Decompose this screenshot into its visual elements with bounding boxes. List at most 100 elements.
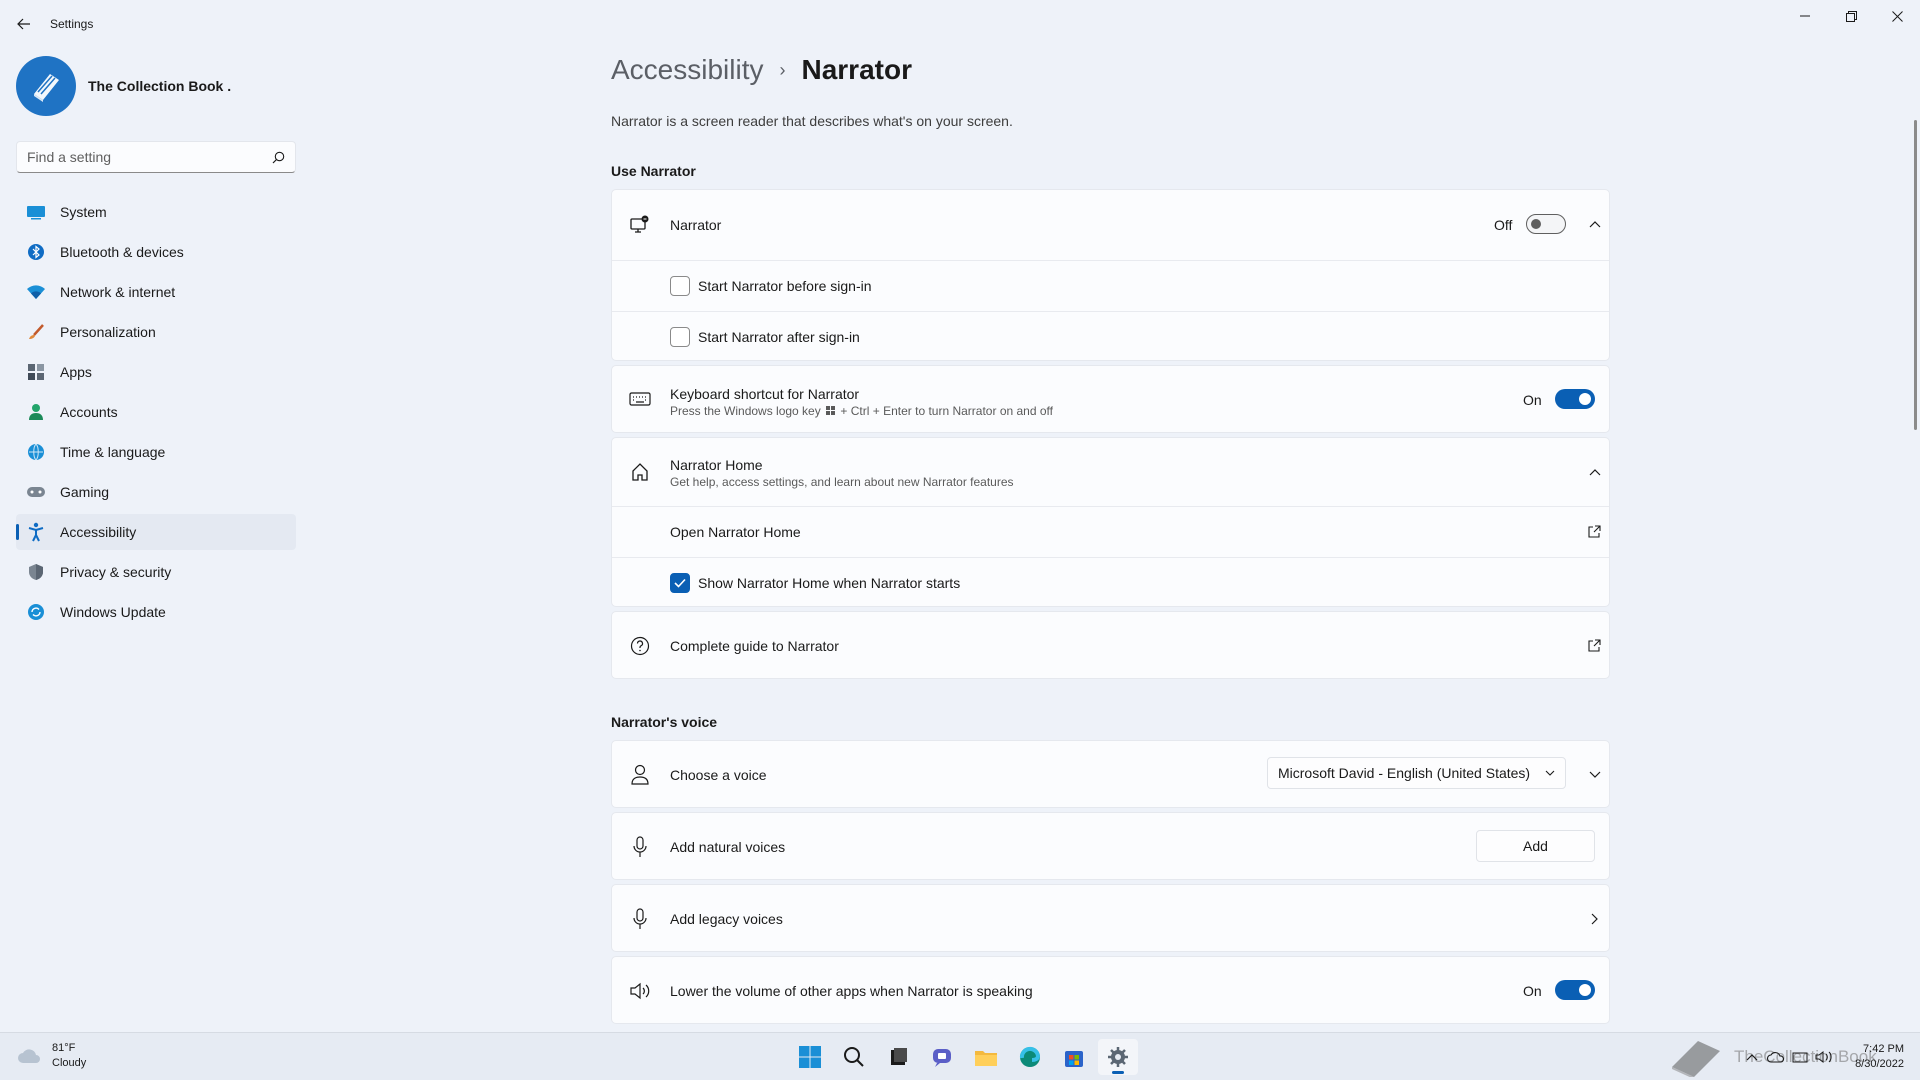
clock-date: 8/30/2022 bbox=[1855, 1058, 1904, 1070]
teams-chat-button[interactable] bbox=[922, 1039, 962, 1075]
search-input[interactable] bbox=[27, 149, 272, 165]
sidebar-item-network[interactable]: Network & internet bbox=[16, 274, 296, 310]
taskbar: 81°F Cloudy TheCollectionBook 7:42 PM 8/… bbox=[0, 1032, 1920, 1080]
sidebar-item-label: Gaming bbox=[60, 484, 110, 500]
task-view-icon bbox=[891, 1048, 907, 1065]
apps-icon bbox=[26, 362, 46, 382]
shortcut-toggle[interactable] bbox=[1555, 389, 1595, 409]
taskbar-search-button[interactable] bbox=[834, 1039, 874, 1075]
edge-button[interactable] bbox=[1010, 1039, 1050, 1075]
lower-volume-toggle-state: On bbox=[1523, 983, 1542, 999]
legacy-voices-card[interactable]: Add legacy voices bbox=[611, 884, 1610, 952]
minimize-button[interactable] bbox=[1782, 4, 1828, 28]
keyboard-shortcut-card: Keyboard shortcut for Narrator Press the… bbox=[611, 365, 1610, 433]
add-natural-voices-button[interactable]: Add bbox=[1476, 830, 1595, 862]
weather-text: 81°F Cloudy bbox=[52, 1041, 86, 1071]
settings-taskbar-button[interactable] bbox=[1098, 1039, 1138, 1075]
narrator-card: Narrator Off Start Narrator before sign-… bbox=[611, 189, 1610, 361]
natural-voices-card: Add natural voices Add bbox=[611, 812, 1610, 880]
before-signin-checkbox[interactable] bbox=[670, 276, 690, 296]
chevron-down-icon bbox=[1545, 770, 1555, 776]
narrator-home-text: Narrator Home Get help, access settings,… bbox=[670, 457, 1014, 489]
person-icon bbox=[628, 763, 652, 787]
narrator-toggle[interactable] bbox=[1526, 214, 1566, 234]
sidebar-item-time-language[interactable]: Time & language bbox=[16, 434, 296, 470]
edge-icon bbox=[1019, 1046, 1041, 1067]
narrator-home-card: Narrator Home Get help, access settings,… bbox=[611, 437, 1610, 607]
title-bar: Settings bbox=[0, 0, 1920, 48]
restore-button[interactable] bbox=[1828, 4, 1874, 28]
task-view-button[interactable] bbox=[878, 1039, 918, 1075]
accessibility-icon bbox=[26, 522, 46, 542]
weather-widget[interactable]: 81°F Cloudy bbox=[16, 1041, 86, 1071]
after-signin-label: Start Narrator after sign-in bbox=[698, 329, 860, 345]
close-button[interactable] bbox=[1874, 4, 1920, 28]
sidebar-item-bluetooth[interactable]: Bluetooth & devices bbox=[16, 234, 296, 270]
chevron-right-icon bbox=[1587, 911, 1603, 927]
help-icon bbox=[628, 634, 652, 658]
sidebar-item-privacy[interactable]: Privacy & security bbox=[16, 554, 296, 590]
gear-icon bbox=[1108, 1047, 1128, 1067]
microphone-icon bbox=[628, 835, 652, 859]
sidebar-item-gaming[interactable]: Gaming bbox=[16, 474, 296, 510]
keyboard-shortcut-title: Keyboard shortcut for Narrator bbox=[670, 386, 860, 402]
microphone-icon bbox=[628, 907, 652, 931]
sidebar-item-system[interactable]: System bbox=[16, 194, 296, 230]
home-icon bbox=[628, 460, 652, 484]
after-signin-checkbox[interactable] bbox=[670, 327, 690, 347]
keyboard-shortcut-text: Keyboard shortcut for Narrator Press the… bbox=[670, 386, 1053, 418]
narrator-label: Narrator bbox=[670, 217, 722, 233]
shield-icon bbox=[26, 562, 46, 582]
sidebar-item-label: Privacy & security bbox=[60, 564, 172, 580]
breadcrumb-parent[interactable]: Accessibility bbox=[611, 54, 763, 86]
chevron-up-icon[interactable] bbox=[1587, 216, 1603, 232]
voice-dropdown-value: Microsoft David - English (United States… bbox=[1278, 765, 1531, 781]
start-button[interactable] bbox=[790, 1039, 830, 1075]
sidebar-item-accessibility[interactable]: Accessibility bbox=[16, 514, 296, 550]
section-title-voice: Narrator's voice bbox=[611, 714, 718, 730]
sidebar-item-apps[interactable]: Apps bbox=[16, 354, 296, 390]
natural-voices-label: Add natural voices bbox=[670, 839, 786, 855]
scrollbar[interactable] bbox=[1914, 120, 1917, 430]
store-button[interactable] bbox=[1054, 1039, 1094, 1075]
book-logo-icon bbox=[1672, 1041, 1720, 1077]
update-icon bbox=[26, 602, 46, 622]
sidebar-item-personalization[interactable]: Personalization bbox=[16, 314, 296, 350]
before-signin-row[interactable]: Start Narrator before sign-in bbox=[612, 261, 1609, 311]
lower-volume-toggle[interactable] bbox=[1555, 980, 1595, 1000]
narrator-home-row[interactable]: Narrator Home Get help, access settings,… bbox=[612, 438, 1609, 506]
network-icon[interactable] bbox=[1788, 1047, 1812, 1067]
chevron-up-icon[interactable] bbox=[1740, 1047, 1764, 1067]
checkmark-icon bbox=[674, 578, 686, 588]
page-description: Narrator is a screen reader that describ… bbox=[611, 113, 1013, 129]
user-profile[interactable]: The Collection Book . bbox=[16, 56, 231, 116]
store-icon bbox=[1065, 1051, 1083, 1067]
after-signin-row[interactable]: Start Narrator after sign-in bbox=[612, 312, 1609, 362]
chevron-up-icon[interactable] bbox=[1587, 464, 1603, 480]
folder-icon bbox=[975, 1051, 997, 1066]
show-narrator-home-checkbox[interactable] bbox=[670, 573, 690, 593]
voice-dropdown[interactable]: Microsoft David - English (United States… bbox=[1267, 757, 1566, 789]
sidebar-item-windows-update[interactable]: Windows Update bbox=[16, 594, 296, 630]
back-button[interactable] bbox=[12, 12, 36, 36]
show-narrator-home-row[interactable]: Show Narrator Home when Narrator starts bbox=[612, 558, 1609, 608]
before-signin-label: Start Narrator before sign-in bbox=[698, 278, 872, 294]
legacy-voices-label: Add legacy voices bbox=[670, 911, 783, 927]
system-clock[interactable]: 7:42 PM 8/30/2022 bbox=[1846, 1042, 1904, 1072]
onedrive-icon[interactable] bbox=[1764, 1047, 1788, 1067]
keyboard-icon bbox=[628, 387, 652, 411]
windows-logo-icon bbox=[826, 406, 836, 415]
narrator-row[interactable]: Narrator Off bbox=[612, 190, 1609, 260]
choose-voice-card: Choose a voice Microsoft David - English… bbox=[611, 740, 1610, 808]
close-icon bbox=[1891, 10, 1903, 22]
search-box[interactable] bbox=[16, 141, 296, 173]
sidebar-item-label: Accounts bbox=[60, 404, 118, 420]
sidebar-item-label: Network & internet bbox=[60, 284, 176, 300]
chevron-down-icon[interactable] bbox=[1587, 767, 1603, 783]
sidebar-item-accounts[interactable]: Accounts bbox=[16, 394, 296, 430]
volume-icon[interactable] bbox=[1812, 1047, 1836, 1067]
open-narrator-home-row[interactable]: Open Narrator Home bbox=[612, 507, 1609, 557]
file-explorer-button[interactable] bbox=[966, 1039, 1006, 1075]
complete-guide-card[interactable]: Complete guide to Narrator bbox=[611, 611, 1610, 679]
subtitle-part: + Ctrl + Enter to turn Narrator on and o… bbox=[840, 404, 1053, 418]
